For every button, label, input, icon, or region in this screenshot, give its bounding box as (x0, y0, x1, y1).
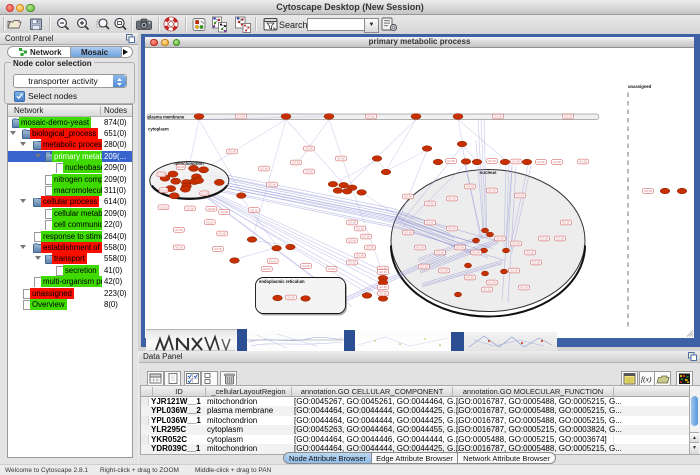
svg-text:GO:00: GO:00 (268, 182, 276, 186)
svg-text:GO:00: GO:00 (447, 159, 455, 163)
svg-text:GO:00: GO:00 (186, 206, 194, 210)
svg-text:GO:00: GO:00 (337, 156, 345, 160)
svg-text:GO:00: GO:00 (348, 238, 356, 242)
svg-text:GO:00: GO:00 (287, 295, 295, 299)
svg-text:GO:00: GO:00 (214, 247, 222, 251)
svg-text:GO:00: GO:00 (328, 267, 336, 271)
svg-text:nucleus: nucleus (479, 170, 497, 175)
svg-text:GO:00: GO:00 (483, 287, 491, 291)
svg-text:GO:00: GO:00 (292, 160, 300, 164)
svg-text:GO:00: GO:00 (426, 220, 434, 224)
svg-text:GO:00: GO:00 (436, 250, 444, 254)
svg-text:GO:00: GO:00 (488, 280, 496, 284)
svg-text:GO:00: GO:00 (644, 189, 652, 193)
svg-text:GO:00: GO:00 (269, 259, 277, 263)
svg-text:GO:00: GO:00 (356, 253, 364, 257)
svg-text:endoplasmic reticulum: endoplasmic reticulum (259, 279, 305, 284)
svg-text:GO:00: GO:00 (379, 285, 387, 289)
svg-text:GO:00: GO:00 (448, 196, 456, 200)
svg-text:GO:00: GO:00 (540, 236, 548, 240)
svg-text:GO:00: GO:00 (440, 268, 448, 272)
svg-text:f(x): f(x) (641, 375, 652, 384)
svg-text:cytoplasm: cytoplasm (148, 126, 169, 131)
svg-text:GO:00: GO:00 (556, 236, 564, 240)
svg-text:GO:00: GO:00 (263, 267, 271, 271)
svg-text:GO:00: GO:00 (526, 250, 534, 254)
svg-text:GO:00: GO:00 (260, 166, 268, 170)
svg-text:GO:00: GO:00 (158, 172, 166, 176)
svg-text:GO:00: GO:00 (466, 275, 474, 279)
svg-text:GO:00: GO:00 (302, 264, 310, 268)
svg-text:GO:00: GO:00 (367, 114, 375, 118)
svg-text:GO:00: GO:00 (488, 188, 496, 192)
svg-text:GO:00: GO:00 (564, 114, 572, 118)
svg-text:GO:00: GO:00 (250, 208, 258, 212)
svg-text:GO:00: GO:00 (488, 159, 496, 163)
svg-text:GO:00: GO:00 (562, 220, 570, 224)
svg-text:GO:00: GO:00 (520, 285, 528, 289)
svg-text:GO:00: GO:00 (175, 245, 183, 249)
svg-text:GO:00: GO:00 (366, 245, 374, 249)
svg-text:GO:00: GO:00 (494, 114, 502, 118)
svg-text:GO:00: GO:00 (404, 230, 412, 234)
svg-text:GO:00: GO:00 (420, 264, 428, 268)
svg-text:GO:00: GO:00 (218, 231, 226, 235)
svg-text:GO:00: GO:00 (416, 245, 424, 249)
svg-text:GO:00: GO:00 (362, 234, 370, 238)
svg-text:GO:00: GO:00 (379, 291, 387, 295)
svg-text:GO:00: GO:00 (177, 165, 185, 169)
svg-text:GO:00: GO:00 (237, 114, 245, 118)
svg-text:GO:00: GO:00 (305, 146, 313, 150)
svg-text:GO:00: GO:00 (537, 160, 545, 164)
svg-text:plasma membrane: plasma membrane (148, 114, 185, 119)
svg-text:GO:00: GO:00 (175, 228, 183, 232)
svg-text:GO:00: GO:00 (356, 226, 364, 230)
svg-text:GO:00: GO:00 (426, 201, 434, 205)
svg-text:GO:00: GO:00 (208, 206, 216, 210)
svg-text:GO:00: GO:00 (305, 169, 313, 173)
svg-text:GO:00: GO:00 (200, 191, 208, 195)
svg-text:GO:00: GO:00 (472, 250, 480, 254)
svg-text:GO:00: GO:00 (456, 245, 464, 249)
svg-text:GO:00: GO:00 (160, 188, 168, 192)
svg-text:GO:00: GO:00 (466, 184, 474, 188)
svg-text:GO:00: GO:00 (512, 241, 520, 245)
svg-text:GO:00: GO:00 (448, 226, 456, 230)
svg-text:GO:00: GO:00 (496, 236, 504, 240)
svg-text:GO:00: GO:00 (228, 149, 236, 153)
svg-text:GO:00: GO:00 (579, 159, 587, 163)
svg-text:GO:00: GO:00 (512, 159, 520, 163)
svg-text:GO:00: GO:00 (532, 260, 540, 264)
svg-text:unassigned: unassigned (628, 84, 652, 89)
svg-text:GO:00: GO:00 (553, 160, 561, 164)
svg-text:GO:00: GO:00 (348, 260, 356, 264)
svg-text:GO:00: GO:00 (206, 220, 214, 224)
svg-text:GO:00: GO:00 (220, 210, 228, 214)
svg-text:GO:00: GO:00 (404, 194, 412, 198)
svg-text:GO:00: GO:00 (160, 205, 168, 209)
svg-text:GO:00: GO:00 (516, 193, 524, 197)
svg-text:GO:00: GO:00 (379, 270, 387, 274)
svg-text:GO:00: GO:00 (510, 268, 518, 272)
svg-text:GO:00: GO:00 (348, 220, 356, 224)
